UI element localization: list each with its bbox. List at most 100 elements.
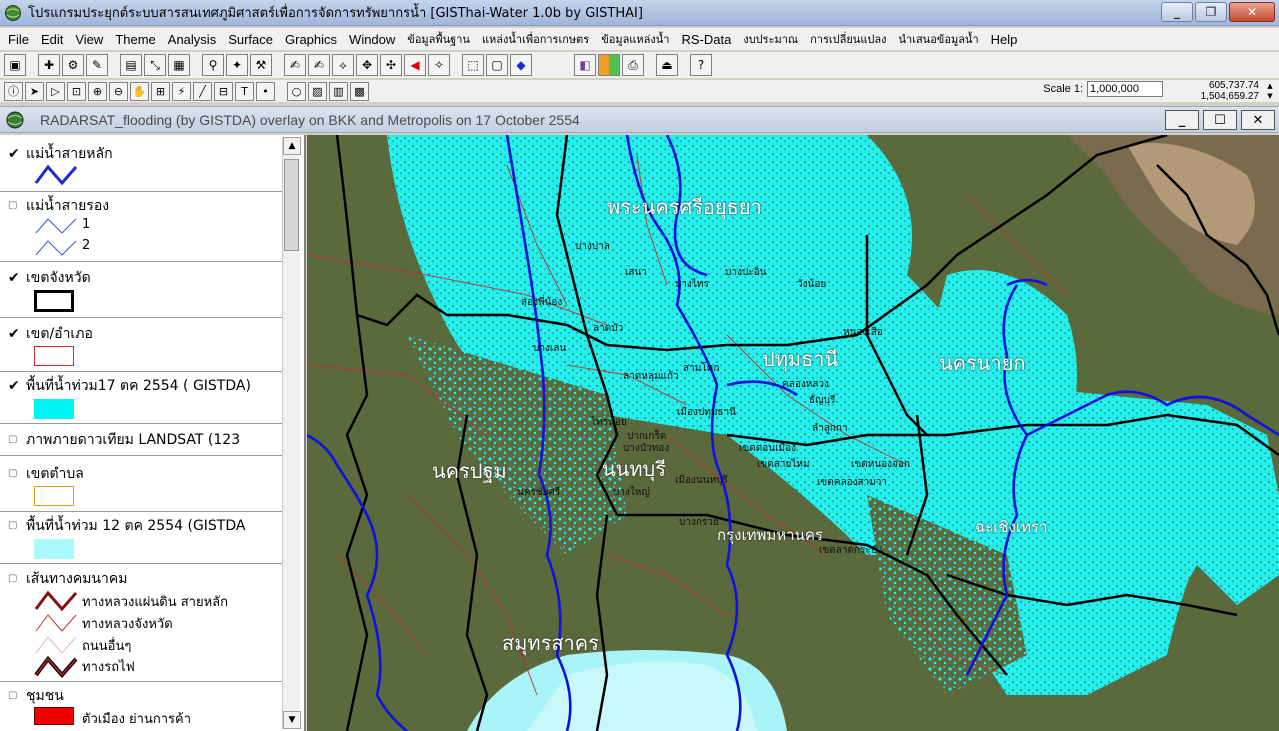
checkbox-checked[interactable]: ✔ — [8, 379, 22, 393]
chart-icon[interactable]: ▥ — [329, 81, 348, 101]
legend-item-community[interactable]: ▢ ชุมชน — [8, 685, 64, 707]
zoom-full-icon[interactable]: ✥ — [356, 54, 378, 76]
print-icon[interactable]: ⎙ — [622, 54, 644, 76]
point-icon[interactable]: • — [256, 81, 275, 101]
measure-icon[interactable]: ⊞ — [151, 81, 170, 101]
hammer-icon[interactable]: ⚒ — [250, 54, 272, 76]
open-theme-table-icon[interactable]: ✍ — [284, 54, 306, 76]
edit-legend-icon[interactable]: ✎ — [86, 54, 108, 76]
menu-present-water[interactable]: นำเสนอข้อมูลน้ำ — [893, 30, 985, 48]
zoom-box-icon[interactable]: ⊡ — [67, 81, 86, 101]
maximize-button[interactable]: ❐ — [1195, 2, 1227, 22]
hotlink-icon[interactable]: ⚡ — [172, 81, 191, 101]
menu-edit[interactable]: Edit — [35, 32, 69, 47]
scroll-up-icon[interactable]: ▲ — [283, 137, 301, 155]
image-icon[interactable]: ▨ — [308, 81, 327, 101]
view-title: RADARSAT_flooding (by GISTDA) overlay on… — [40, 111, 580, 128]
legend-label: เส้นทางคมนาคม — [26, 571, 128, 587]
info-icon[interactable]: ⓘ — [4, 81, 23, 101]
map-canvas[interactable]: พระนครศรีอยุธยา ปทุมธานี นครนายก นครปฐม … — [307, 135, 1279, 731]
menu-surface[interactable]: Surface — [222, 32, 279, 47]
menu-agri-water[interactable]: แหล่งน้ำเพื่อการเกษตร — [476, 30, 595, 48]
pan-hand-icon[interactable]: ✋ — [130, 81, 149, 101]
map-label-district: คลองหลวง — [782, 379, 829, 390]
legend-scrollbar[interactable]: ▲ ▼ — [282, 137, 301, 729]
zoom-in-icon[interactable]: ⊕ — [88, 81, 107, 101]
text-icon[interactable]: T — [235, 81, 254, 101]
theme-properties-icon[interactable]: ⚙ — [62, 54, 84, 76]
view-close-button[interactable]: ✕ — [1241, 110, 1275, 130]
scroll-thumb[interactable] — [284, 159, 299, 251]
menu-file[interactable]: File — [2, 32, 35, 47]
menu-window[interactable]: Window — [343, 32, 401, 47]
grid-icon[interactable]: ▩ — [350, 81, 369, 101]
table-icon[interactable]: ▤ — [120, 54, 142, 76]
view-maximize-button[interactable]: ☐ — [1203, 110, 1237, 130]
menu-graphics[interactable]: Graphics — [279, 32, 343, 47]
layers-icon[interactable]: ◧ — [574, 54, 596, 76]
menu-budget[interactable]: งบประมาณ — [737, 30, 804, 48]
close-button[interactable]: ✕ — [1229, 2, 1275, 22]
help-pointer-icon[interactable]: ? — [690, 54, 712, 76]
checkbox-checked[interactable]: ✔ — [8, 147, 22, 161]
query-icon[interactable]: ⤡ — [144, 54, 166, 76]
draw-line-icon[interactable]: ╱ — [193, 81, 212, 101]
checkbox-unchecked[interactable]: ▢ — [8, 433, 22, 447]
edit-theme-icon[interactable]: ✍ — [308, 54, 330, 76]
legend-item-transport[interactable]: ▢ เส้นทางคมนาคม — [8, 568, 127, 590]
menu-help[interactable]: Help — [985, 32, 1024, 47]
menu-rs-data[interactable]: RS-Data — [675, 32, 737, 47]
legend-item-district[interactable]: ✔ เขต/อำเภอ — [8, 323, 93, 345]
blue-diamond-icon[interactable]: ◆ — [510, 54, 532, 76]
checkbox-unchecked[interactable]: ▢ — [8, 467, 22, 481]
zoom-out-icon[interactable]: ⊖ — [109, 81, 128, 101]
legend-label: เขตตำบล — [26, 466, 84, 482]
menu-basic-data[interactable]: ข้อมูลพื้นฐาน — [401, 30, 476, 48]
scale-input[interactable]: 1,000,000 — [1087, 81, 1163, 97]
checkbox-unchecked[interactable]: ▢ — [8, 689, 22, 703]
label-icon[interactable]: ⊟ — [214, 81, 233, 101]
save-icon[interactable]: ▣ — [4, 54, 26, 76]
checkbox-checked[interactable]: ✔ — [8, 327, 22, 341]
calculator-icon[interactable]: ▦ — [168, 54, 190, 76]
legend-item-secondary-river[interactable]: ▢ แม่น้ำสายรอง — [8, 195, 109, 217]
legend-item-main-river[interactable]: ✔ แม่น้ำสายหลัก — [8, 143, 113, 165]
locate-icon[interactable]: ✦ — [226, 54, 248, 76]
find-icon[interactable]: ⚲ — [202, 54, 224, 76]
menu-change[interactable]: การเปลี่ยนแปลง — [804, 30, 892, 48]
checkbox-unchecked[interactable]: ▢ — [8, 199, 22, 213]
checkbox-unchecked[interactable]: ▢ — [8, 572, 22, 586]
add-theme-icon[interactable]: ✚ — [38, 54, 60, 76]
legend-item-flood-17oct[interactable]: ✔ พื้นที่น้ำท่วม17 ตค 2554 ( GISTDA) — [8, 375, 251, 397]
color-palette-icon[interactable] — [598, 54, 620, 76]
checkbox-checked[interactable]: ✔ — [8, 271, 22, 285]
legend-item-flood-12oct[interactable]: ▢ พื้นที่น้ำท่วม 12 ตค 2554 (GISTDA — [8, 515, 245, 537]
circle-icon[interactable]: ○ — [287, 81, 306, 101]
menu-analysis[interactable]: Analysis — [162, 32, 222, 47]
frame-icon[interactable]: ▢ — [486, 54, 508, 76]
vertex-pointer-icon[interactable]: ▷ — [46, 81, 65, 101]
back-arrow-icon[interactable]: ◀ — [404, 54, 426, 76]
river-secondary-swatch — [35, 218, 77, 256]
minimize-button[interactable]: _ — [1161, 2, 1193, 22]
checkbox-unchecked[interactable]: ▢ — [8, 519, 22, 533]
menu-view[interactable]: View — [69, 32, 109, 47]
menu-water-data[interactable]: ข้อมูลแหล่งน้ำ — [595, 30, 675, 48]
zoom-theme-icon[interactable]: ✣ — [380, 54, 402, 76]
scroll-down-icon[interactable]: ▼ — [283, 711, 301, 729]
map-label-province: กรุงเทพมหานคร — [717, 526, 823, 544]
legend-item-province[interactable]: ✔ เขตจังหวัด — [8, 267, 91, 289]
layout-icon[interactable]: ⏏ — [656, 54, 678, 76]
map-label-district: บางบาล — [575, 241, 610, 252]
menu-theme[interactable]: Theme — [109, 32, 161, 47]
legend-label: ภาพภายดาวเทียม LANDSAT (123 — [26, 432, 241, 448]
legend-item-subdistrict[interactable]: ▢ เขตตำบล — [8, 463, 84, 485]
clear-selection-icon[interactable]: ⟡ — [332, 54, 354, 76]
pointer-icon[interactable]: ➤ — [25, 81, 44, 101]
coordinate-scroll-icon[interactable]: ▲ ▼ — [1263, 81, 1277, 101]
legend-item-landsat[interactable]: ▢ ภาพภายดาวเทียม LANDSAT (123 — [8, 429, 240, 451]
select-area-icon[interactable]: ⬚ — [462, 54, 484, 76]
pan-arrows-icon[interactable]: ✧ — [428, 54, 450, 76]
view-minimize-button[interactable]: _ — [1165, 110, 1199, 130]
map-label-district: บางใหญ่ — [613, 487, 650, 498]
